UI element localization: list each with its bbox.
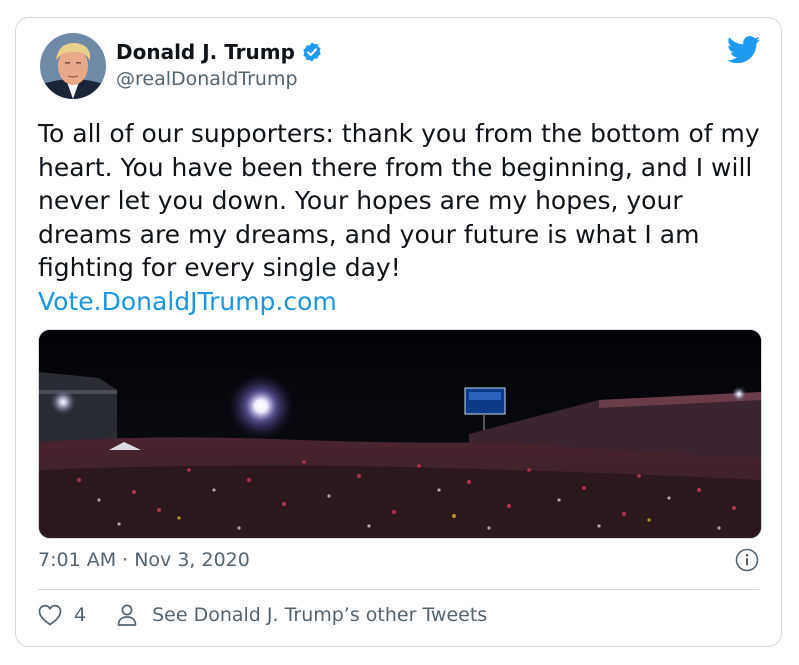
twitter-bird-icon[interactable] [726, 36, 761, 68]
like-count: 4 [74, 604, 87, 626]
tweet-actions: 4 See Donald J. Trump’s other Tweets [38, 603, 487, 627]
heart-icon[interactable] [38, 604, 62, 626]
tweet-timestamp[interactable]: 7:01 AM · Nov 3, 2020 [38, 549, 250, 571]
tweet-card: Donald J. Trump @realDonaldTrump To all … [15, 17, 782, 647]
rally-crowd-photo [39, 330, 761, 538]
verified-badge-icon [301, 41, 323, 63]
avatar[interactable] [40, 33, 106, 99]
divider [38, 589, 759, 590]
tweet-media-image[interactable] [38, 329, 762, 539]
tweet-link[interactable]: Vote.DonaldJTrump.com [38, 285, 768, 319]
author-handle[interactable]: @realDonaldTrump [116, 68, 298, 90]
person-icon [116, 603, 138, 627]
author-row: Donald J. Trump [116, 40, 323, 64]
other-tweets-link[interactable]: See Donald J. Trump’s other Tweets [152, 604, 487, 626]
info-icon[interactable] [735, 548, 759, 576]
tweet-body: To all of our supporters: thank you from… [38, 119, 760, 282]
tweet-text: To all of our supporters: thank you from… [38, 117, 768, 318]
author-name[interactable]: Donald J. Trump [116, 40, 295, 64]
